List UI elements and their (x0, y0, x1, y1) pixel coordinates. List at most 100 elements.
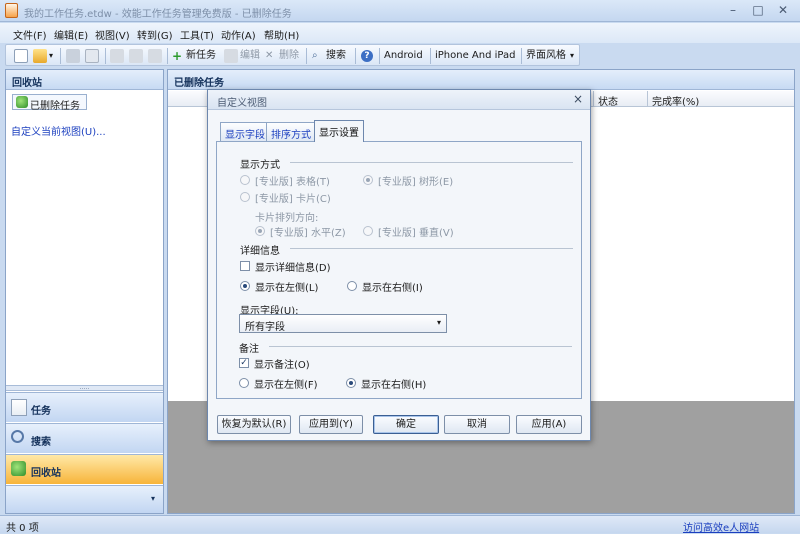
label-tree: [专业版] 树形(E) (378, 177, 454, 188)
label-table: [专业版] 表格(T) (255, 177, 330, 188)
nav-recycle-label: 回收站 (31, 468, 61, 479)
toolbar-separator (355, 48, 356, 64)
restore-default-button[interactable]: 恢复为默认(R) (217, 415, 291, 434)
menu-goto[interactable]: 转到(G) (137, 27, 173, 42)
tree-item-deleted-tasks[interactable]: 已删除任务 (12, 94, 87, 112)
minimize-button[interactable]: – (720, 1, 746, 20)
edit-icon (224, 49, 238, 63)
menu-bar: 文件(F) 编辑(E) 视图(V) 转到(G) 工具(T) 动作(A) 帮助(H… (0, 23, 800, 43)
label-detail-left: 显示在左侧(L) (255, 283, 319, 294)
copy-icon[interactable] (129, 49, 143, 63)
android-button[interactable]: Android (384, 49, 423, 63)
chevron-down-icon: ▾ (150, 494, 155, 503)
new-task-button[interactable]: 新任务 (186, 49, 216, 63)
magnifier-icon (11, 430, 24, 443)
new-file-icon[interactable] (14, 49, 28, 63)
left-panel-header: 回收站 (6, 70, 163, 90)
close-window-button[interactable]: ✕ (770, 1, 796, 20)
menu-edit[interactable]: 编辑(E) (54, 27, 88, 42)
search-button[interactable]: 搜索 (326, 49, 346, 63)
toolbar-separator (60, 48, 61, 64)
search-icon: ⌕ (312, 50, 318, 61)
menu-view[interactable]: 视图(V) (95, 27, 130, 42)
group-display-mode: 显示方式 (240, 160, 280, 171)
group-notes: 备注 (239, 344, 259, 355)
toolbar-separator (306, 48, 307, 64)
panel-splitter[interactable]: ..... (6, 385, 163, 391)
right-panel-header: 已删除任务 (168, 70, 794, 90)
new-task-plus-icon: + (172, 49, 183, 63)
checkbox-show-detail[interactable] (240, 261, 250, 271)
radio-horizontal[interactable] (255, 226, 265, 236)
task-clipboard-icon (11, 399, 27, 416)
status-bar: 共 0 项 访问高效e人网站 (0, 515, 800, 534)
recycle-icon (11, 461, 26, 476)
tab-sort-order[interactable]: 排序方式 (266, 122, 316, 141)
delete-button[interactable]: 删除 (279, 49, 299, 63)
cut-icon[interactable] (110, 49, 124, 63)
chevron-down-icon: ▾ (436, 318, 441, 327)
theme-button[interactable]: 界面风格 (526, 49, 566, 63)
window-title: 我的工作任务.etdw - 效能工作任务管理免费版 - 已删除任务 (24, 9, 292, 20)
group-divider (269, 346, 572, 347)
print-preview-icon[interactable] (85, 49, 99, 63)
tree-item-label: 已删除任务 (30, 101, 80, 112)
label-card-direction: 卡片排列方向: (255, 213, 319, 224)
toolbar: ▾ + 新任务 编辑 ✕ 删除 ⌕ 搜索 ? Android iPhone An… (5, 44, 580, 66)
radio-notes-right[interactable] (346, 378, 356, 388)
open-dropdown-arrow[interactable]: ▾ (49, 49, 53, 63)
website-link[interactable]: 访问高效e人网站 (683, 519, 759, 534)
radio-detail-right[interactable] (347, 281, 357, 291)
nav-search-label: 搜索 (31, 437, 51, 448)
dialog-close-icon[interactable]: × (573, 92, 583, 106)
column-completion[interactable]: 完成率(%) (647, 91, 722, 108)
nav-recycle-button[interactable]: 回收站 (6, 454, 163, 484)
nav-search-button[interactable]: 搜索 (6, 423, 163, 453)
label-card: [专业版] 卡片(C) (255, 194, 331, 205)
nav-tasks-button[interactable]: 任务 (6, 392, 163, 422)
menu-tools[interactable]: 工具(T) (180, 27, 214, 42)
delete-x-icon: ✕ (265, 50, 274, 61)
maximize-button[interactable]: □ (745, 1, 771, 20)
group-divider (290, 248, 573, 249)
apply-to-button[interactable]: 应用到(Y) (299, 415, 363, 434)
tab-display-settings[interactable]: 显示设置 (314, 120, 364, 142)
iphone-ipad-button[interactable]: iPhone And iPad (435, 49, 515, 63)
label-detail-right: 显示在右侧(I) (362, 283, 423, 294)
label-show-detail: 显示详细信息(D) (255, 263, 331, 274)
display-field-select[interactable]: 所有字段 ▾ (239, 314, 447, 333)
ok-button[interactable]: 确定 (373, 415, 439, 434)
toolbar-separator (167, 48, 168, 64)
edit-button[interactable]: 编辑 (240, 49, 260, 63)
item-count: 共 0 项 (6, 523, 39, 534)
dialog-title-bar: 自定义视图 × (208, 90, 590, 110)
radio-table[interactable] (240, 175, 250, 185)
custom-view-link[interactable]: 自定义当前视图(U)... (11, 123, 106, 138)
cancel-button[interactable]: 取消 (444, 415, 510, 434)
left-panel: 回收站 已删除任务 自定义当前视图(U)... ..... 任务 搜索 回收站 … (5, 69, 164, 514)
menu-help[interactable]: 帮助(H) (264, 27, 299, 42)
toolbar-separator (105, 48, 106, 64)
radio-tree[interactable] (363, 175, 373, 185)
paste-icon[interactable] (148, 49, 162, 63)
column-status[interactable]: 状态 (593, 91, 647, 108)
apply-button[interactable]: 应用(A) (516, 415, 582, 434)
radio-detail-left[interactable] (240, 281, 250, 291)
app-icon (5, 3, 18, 18)
open-folder-icon[interactable] (33, 49, 47, 63)
menu-actions[interactable]: 动作(A) (221, 27, 256, 42)
recycle-icon (16, 96, 28, 108)
checkbox-show-notes[interactable]: ✓ (239, 358, 249, 368)
label-notes-left: 显示在左侧(F) (254, 380, 318, 391)
tab-display-fields[interactable]: 显示字段 (220, 122, 270, 141)
group-detail: 详细信息 (240, 246, 280, 257)
help-icon[interactable]: ? (361, 50, 373, 62)
label-show-notes: 显示备注(O) (254, 360, 310, 371)
nav-more-button[interactable]: ▾ (6, 485, 163, 513)
print-icon[interactable] (66, 49, 80, 63)
radio-card[interactable] (240, 192, 250, 202)
menu-file[interactable]: 文件(F) (13, 27, 47, 42)
theme-dropdown-arrow[interactable]: ▾ (570, 49, 574, 63)
radio-notes-left[interactable] (239, 378, 249, 388)
radio-vertical[interactable] (363, 226, 373, 236)
